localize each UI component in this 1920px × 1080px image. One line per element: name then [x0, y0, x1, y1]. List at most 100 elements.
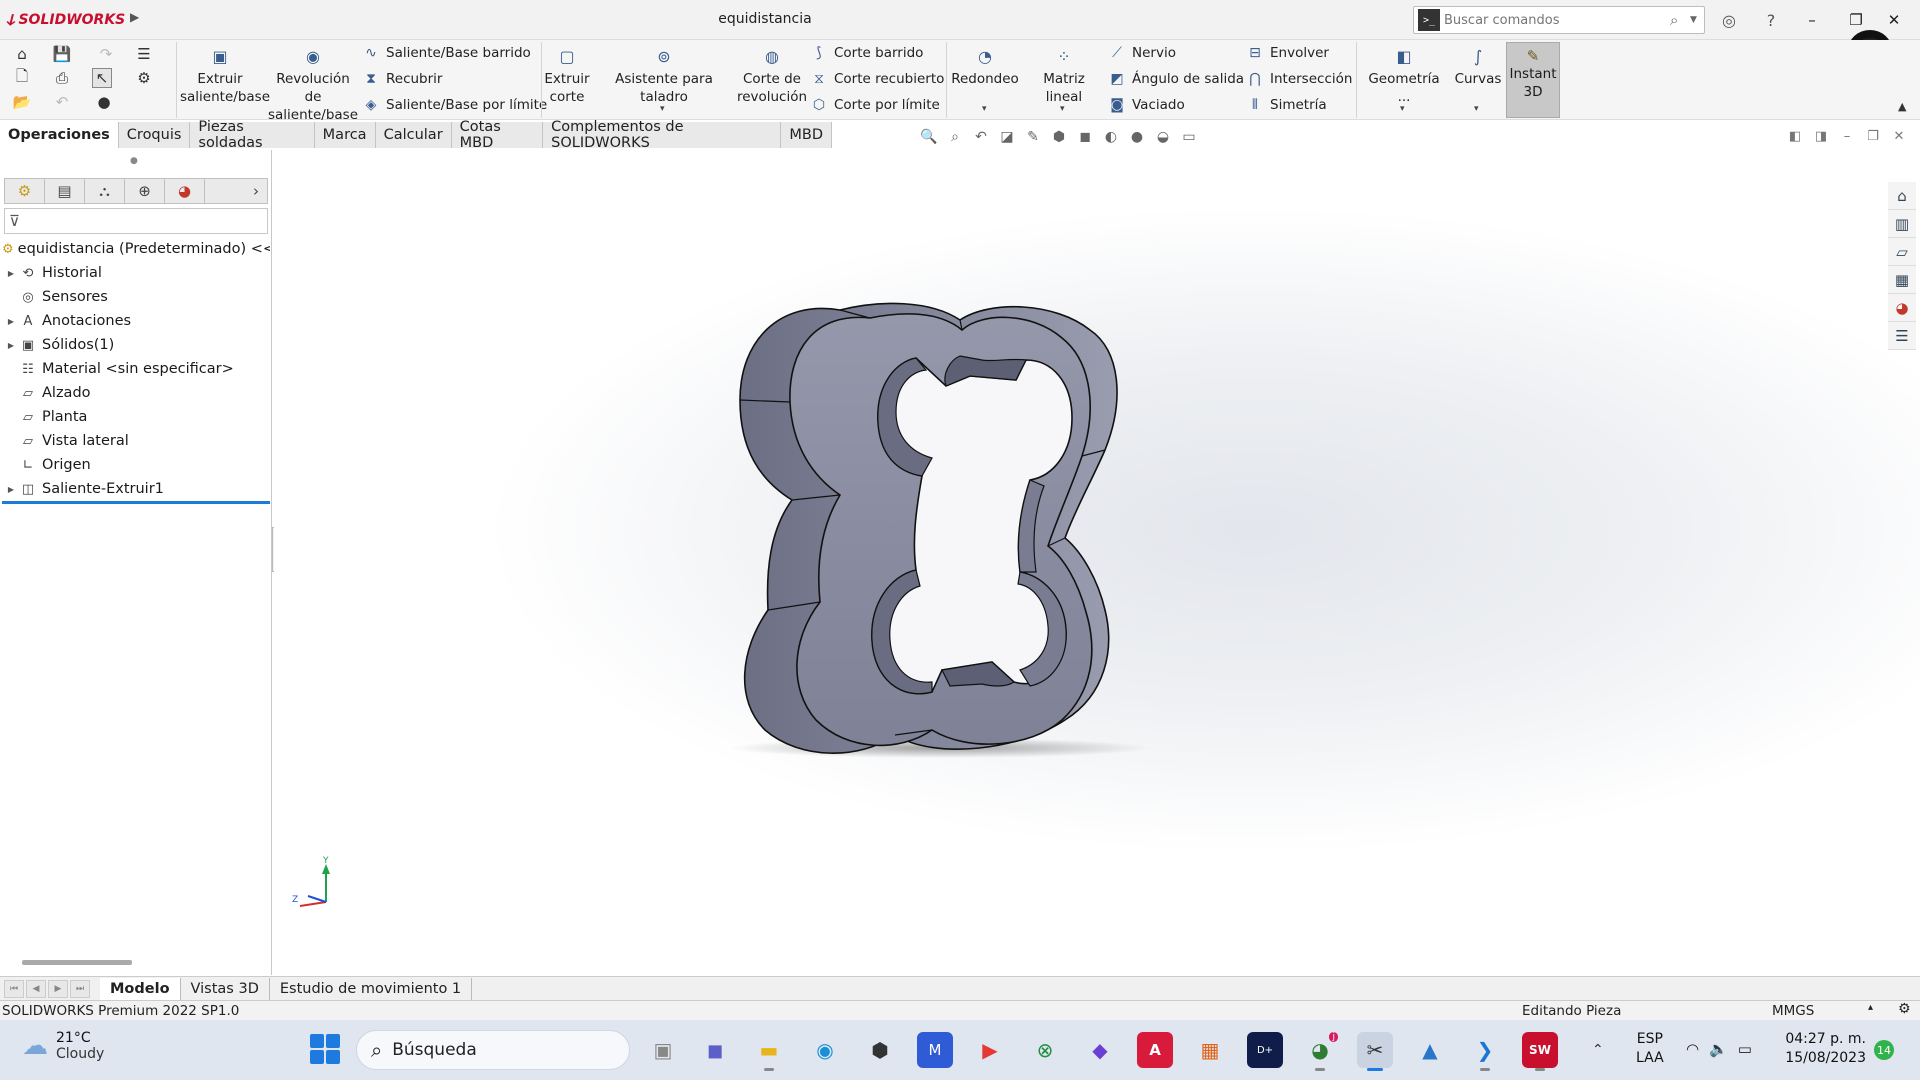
undo-icon[interactable]: ↶: [52, 92, 72, 112]
start-button[interactable]: [310, 1034, 340, 1064]
zoom-to-fit-icon[interactable]: 🔍: [918, 127, 940, 147]
disney-plus-icon[interactable]: D+: [1247, 1032, 1283, 1068]
custom-properties-icon[interactable]: ☰: [1888, 322, 1916, 350]
microsoft-store-icon[interactable]: ▦: [1192, 1032, 1228, 1068]
xbox-icon[interactable]: ⊗: [1027, 1032, 1063, 1068]
tree-item[interactable]: ▶ ◫ Saliente-Extruir1: [4, 477, 270, 501]
battery-icon[interactable]: ▭: [1738, 1040, 1752, 1058]
wrap-button[interactable]: ⊟ Envolver: [1246, 42, 1329, 64]
linear-pattern-button[interactable]: ⁘ Matriz lineal: [1024, 44, 1104, 106]
edge-browser-icon[interactable]: ◉: [807, 1032, 843, 1068]
account-icon[interactable]: ◎: [1718, 9, 1740, 31]
mathtype-app-icon[interactable]: M: [917, 1032, 953, 1068]
reference-geometry-button[interactable]: ◧ Geometría ...: [1362, 44, 1446, 106]
clipchamp-icon[interactable]: ◆: [1082, 1032, 1118, 1068]
clock[interactable]: 04:27 p. m. 15/08/2023: [1780, 1030, 1866, 1068]
file-explorer-app-icon[interactable]: ▬: [751, 1032, 787, 1071]
edit-appearance-icon[interactable]: ●: [1126, 127, 1148, 147]
collapse-ribbon-icon[interactable]: ▲: [1898, 100, 1906, 113]
wifi-icon[interactable]: ◠: [1686, 1040, 1699, 1058]
swept-boss-button[interactable]: ∿ Saliente/Base barrido: [362, 42, 531, 64]
command-tab[interactable]: Operaciones: [0, 122, 119, 148]
quick-tips-icon[interactable]: ⚙: [1898, 1001, 1911, 1017]
chrome-icon[interactable]: ◕ j: [1302, 1032, 1338, 1071]
youtube-icon[interactable]: ▶: [972, 1032, 1008, 1068]
last-tab-icon[interactable]: ⏭: [70, 979, 90, 998]
file-explorer-icon[interactable]: ▱: [1888, 238, 1916, 266]
view-settings-icon[interactable]: ▭: [1178, 127, 1200, 147]
next-tab-icon[interactable]: ▶: [48, 979, 68, 998]
open-document-icon[interactable]: 📂: [12, 92, 32, 112]
dynamic-annotation-icon[interactable]: ✎: [1022, 127, 1044, 147]
snipping-tool-icon[interactable]: ✂: [1357, 1032, 1393, 1071]
doc-restore-icon[interactable]: ❐: [1862, 126, 1884, 146]
unit-system[interactable]: MMGS: [1772, 1003, 1814, 1019]
doc-minimize-icon[interactable]: –: [1836, 126, 1858, 146]
dimxpert-manager-tab-icon[interactable]: ⊕: [125, 179, 165, 203]
autocad-icon[interactable]: A: [1137, 1032, 1173, 1068]
view-orientation-icon[interactable]: ⬢: [1048, 127, 1070, 147]
search-input[interactable]: [1444, 12, 1670, 28]
section-view-icon[interactable]: ◪: [996, 127, 1018, 147]
expand-arrow-icon[interactable]: ▶: [4, 341, 18, 350]
command-tab[interactable]: MBD: [781, 122, 832, 148]
command-tab[interactable]: Croquis: [118, 122, 191, 148]
tree-horizontal-scrollbar[interactable]: [22, 960, 132, 965]
solidworks-resources-icon[interactable]: ⌂: [1888, 182, 1916, 210]
command-tab[interactable]: Piezas soldadas: [190, 119, 315, 151]
configuration-manager-tab-icon[interactable]: ⛬: [85, 179, 125, 203]
vscode-icon[interactable]: ❯: [1467, 1032, 1503, 1071]
tree-item[interactable]: ▱ Planta: [4, 405, 270, 429]
lofted-cut-button[interactable]: ⧖ Corte recubierto: [810, 68, 944, 90]
tree-root[interactable]: ⚙ equidistancia (Predeterminado) <<Prede…: [2, 237, 270, 261]
cube-app-icon[interactable]: ⬢: [862, 1032, 898, 1068]
fillet-dropdown-icon[interactable]: ▾: [982, 104, 987, 114]
rollback-bar[interactable]: [2, 501, 270, 504]
command-tab[interactable]: Cotas MBD: [451, 119, 544, 151]
caret-up-icon[interactable]: ▴: [1868, 1002, 1873, 1013]
shell-button[interactable]: ◙ Vaciado: [1108, 94, 1185, 116]
reference-geometry-dropdown-icon[interactable]: ▾: [1400, 104, 1405, 114]
design-library-icon[interactable]: ▥: [1888, 210, 1916, 238]
expand-arrow-icon[interactable]: ▶: [4, 269, 18, 278]
volume-icon[interactable]: 🔈: [1709, 1040, 1728, 1058]
search-icon[interactable]: ⌕: [1670, 11, 1690, 29]
prev-tab-icon[interactable]: ◀: [26, 979, 46, 998]
input-language[interactable]: ESP LAA: [1636, 1030, 1664, 1068]
feature-manager-tab-icon[interactable]: ⚙: [5, 179, 45, 203]
model-tab[interactable]: Modelo: [100, 977, 181, 1000]
revolve-boss-button[interactable]: ◉ Revolución de saliente/base: [266, 44, 360, 124]
save-icon[interactable]: 💾: [52, 44, 72, 64]
tree-filter-field[interactable]: ⊽: [4, 208, 268, 234]
display-manager-tab-icon[interactable]: ◕: [165, 179, 205, 203]
hole-wizard-dropdown-icon[interactable]: ▾: [660, 104, 665, 114]
command-search-box[interactable]: >_ ⌕ ▼: [1413, 6, 1705, 34]
tile-left-icon[interactable]: ◧: [1784, 126, 1806, 146]
boundary-boss-button[interactable]: ◈ Saliente/Base por límite: [362, 94, 548, 116]
taskbar-search[interactable]: ⌕ Búsqueda: [356, 1030, 630, 1070]
lofted-boss-button[interactable]: ⧗ Recubrir: [362, 68, 442, 90]
apply-scene-icon[interactable]: ◒: [1152, 127, 1174, 147]
linear-pattern-dropdown-icon[interactable]: ▾: [1060, 104, 1065, 114]
new-document-icon[interactable]: 🗋: [12, 67, 32, 88]
expand-arrow-icon[interactable]: ▶: [4, 317, 18, 326]
property-manager-tab-icon[interactable]: ▤: [45, 179, 85, 203]
revolve-cut-button[interactable]: ◍ Corte de revolución: [736, 44, 808, 106]
photos-icon[interactable]: ▲: [1412, 1032, 1448, 1068]
tile-right-icon[interactable]: ◨: [1810, 126, 1832, 146]
chevron-right-icon[interactable]: ›: [245, 179, 267, 203]
help-icon[interactable]: ?: [1760, 9, 1782, 31]
print-icon[interactable]: ⎙: [52, 68, 72, 88]
weather-widget[interactable]: ☁ 21°C Cloudy: [22, 1030, 104, 1062]
view-palette-icon[interactable]: ▦: [1888, 266, 1916, 294]
rebuild-traffic-light-icon[interactable]: ●: [94, 92, 114, 112]
boundary-cut-button[interactable]: ⬡ Corte por límite: [810, 94, 940, 116]
extrude-cut-button[interactable]: ▢ Extruir corte: [544, 44, 590, 106]
model-tab[interactable]: Vistas 3D: [181, 977, 270, 1000]
mirror-button[interactable]: ⫴ Simetría: [1246, 94, 1327, 116]
chevron-up-icon[interactable]: ⌃: [1592, 1042, 1604, 1058]
options-list-icon[interactable]: ☰: [134, 44, 154, 64]
tree-item[interactable]: ☷ Material <sin especificar>: [4, 357, 270, 381]
solidworks-logo[interactable]: ↆ SOLIDWORKS: [6, 9, 125, 31]
draft-button[interactable]: ◩ Ángulo de salida: [1108, 68, 1244, 90]
